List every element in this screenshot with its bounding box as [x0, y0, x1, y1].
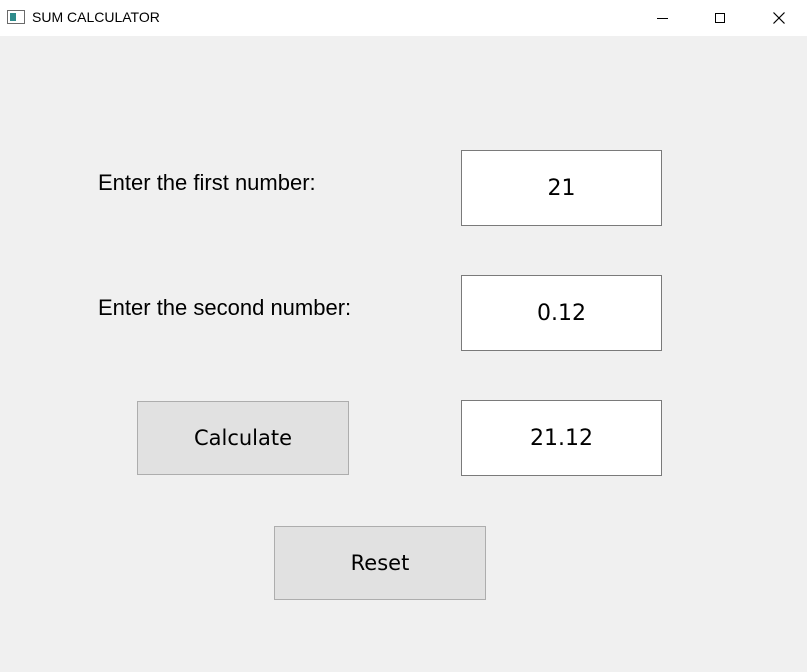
first-number-input[interactable] [461, 150, 662, 226]
second-number-label: Enter the second number: [98, 295, 352, 320]
maximize-button[interactable] [697, 0, 743, 36]
sum-calculator-window: SUM CALCULATOR Enter the first number: E… [0, 0, 807, 672]
title-bar[interactable]: SUM CALCULATOR [0, 0, 807, 36]
minimize-button[interactable] [639, 0, 685, 36]
maximize-icon [715, 13, 725, 23]
result-field[interactable] [461, 400, 662, 476]
calculate-button[interactable]: Calculate [137, 401, 349, 475]
second-number-input[interactable] [461, 275, 662, 351]
close-button[interactable] [756, 0, 802, 36]
close-icon [773, 12, 785, 24]
window-title: SUM CALCULATOR [32, 9, 160, 25]
app-window-icon [7, 10, 25, 24]
reset-button[interactable]: Reset [274, 526, 486, 600]
first-number-label: Enter the first number: [98, 170, 316, 195]
minimize-icon [656, 17, 668, 19]
